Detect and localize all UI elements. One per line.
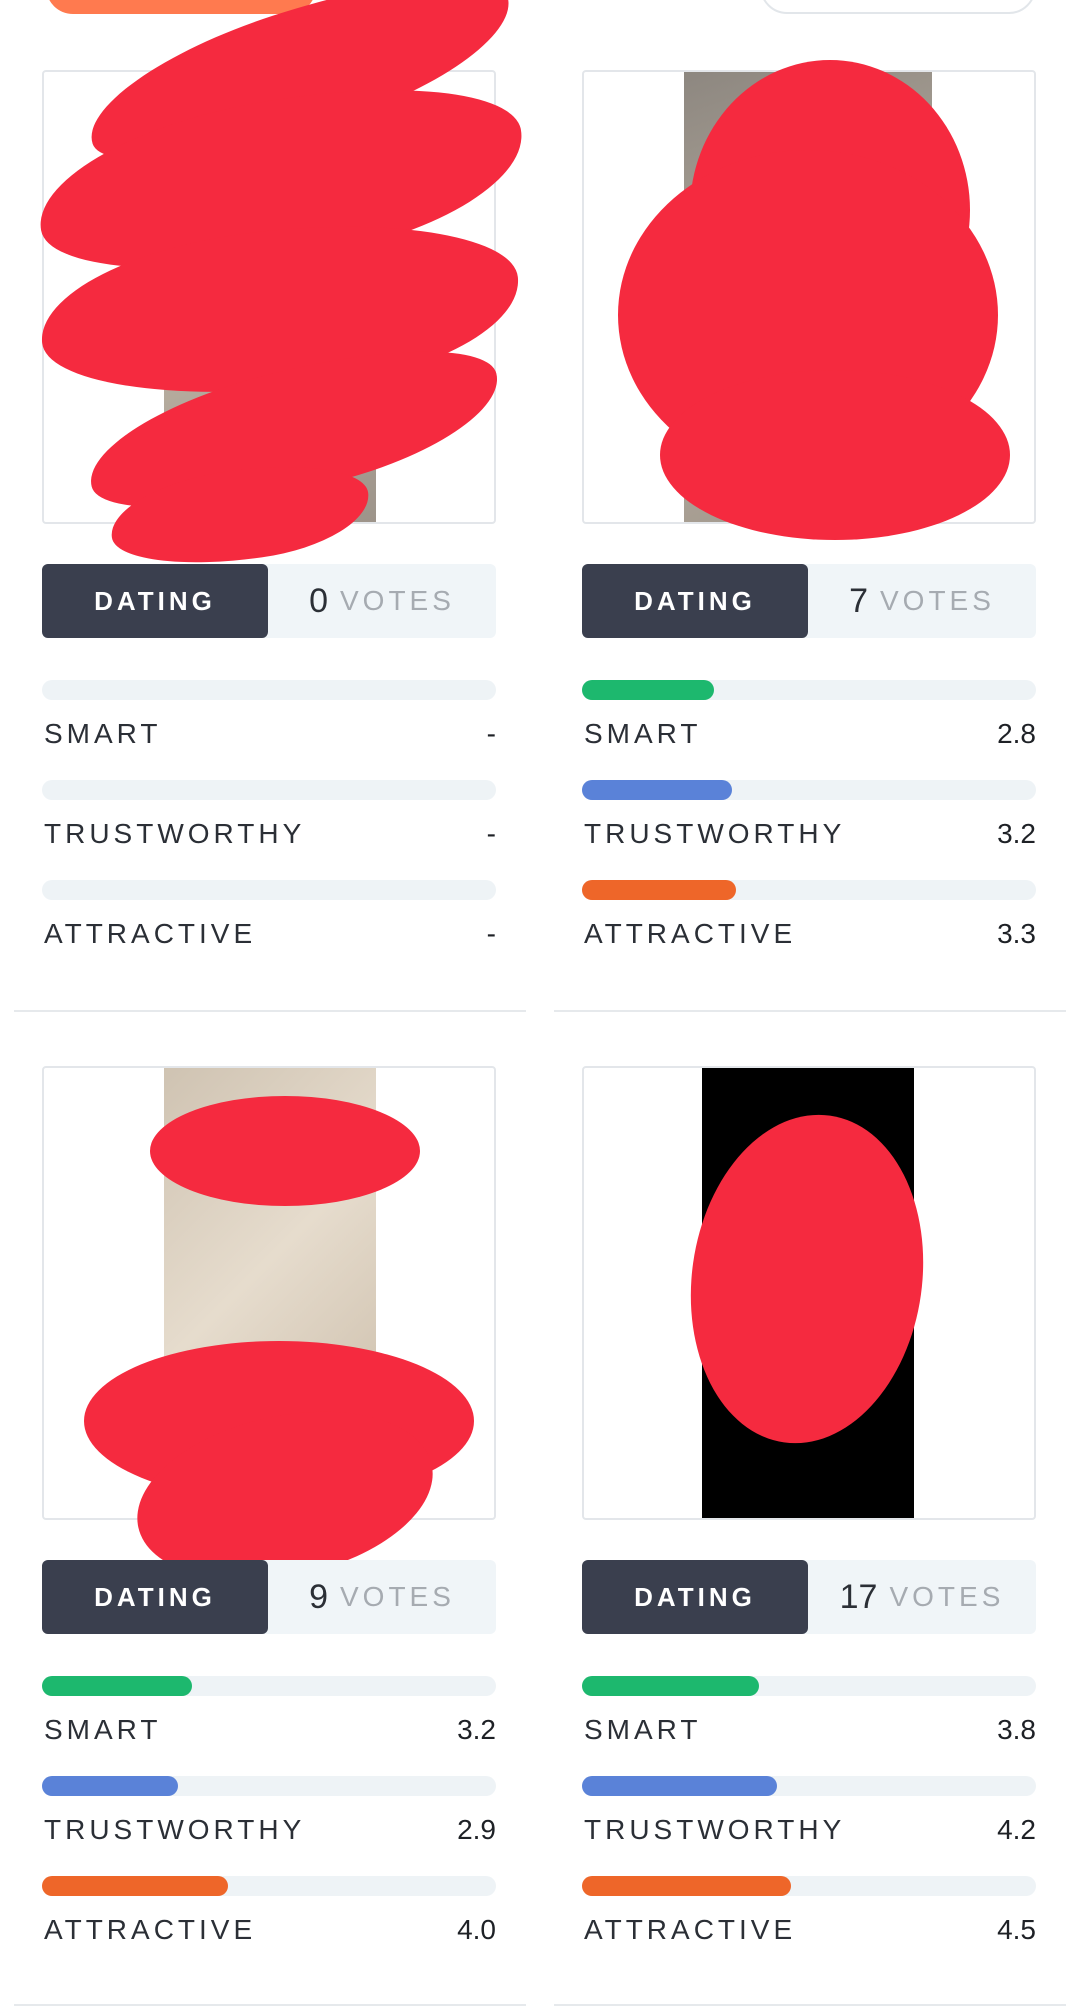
metric-attractive: ATTRACTIVE - [42,880,496,949]
metric-value: - [486,818,496,849]
trustworthy-bar-fill [42,1776,179,1796]
metric-label: ATTRACTIVE [44,1914,257,1945]
metric-smart: SMART 2.8 [582,680,1036,749]
smart-bar-fill [42,1676,192,1696]
metric-label: TRUSTWORTHY [44,818,306,849]
dating-tag-button[interactable]: DATING [582,1560,808,1634]
votes-label: VOTES [880,585,995,616]
metric-value: 2.9 [457,1814,496,1845]
tag-row: DATING 17 VOTES [582,1560,1036,1634]
smart-bar-track [582,1676,1036,1696]
attractive-bar-fill [582,880,737,900]
trustworthy-bar-track [42,1776,496,1796]
metric-value: - [486,918,496,949]
votes-label: VOTES [340,585,455,616]
smart-bar-track [42,680,496,700]
result-card: DATING 17 VOTES SMART 3.8 TRUSTWORTHY 4.… [540,996,1080,2006]
metric-value: 3.8 [997,1714,1036,1745]
metric-attractive: ATTRACTIVE 4.0 [42,1876,496,1945]
result-card: DATING 7 VOTES SMART 2.8 TRUSTWORTHY 3.2… [540,0,1080,1012]
smart-bar-track [582,680,1036,700]
tag-row: DATING 9 VOTES [42,1560,496,1634]
attractive-bar-track [42,1876,496,1896]
votes-count: 9 VOTES [268,1560,496,1634]
dating-tag-button[interactable]: DATING [42,564,268,638]
votes-number: 17 [839,1577,878,1616]
metric-label: TRUSTWORTHY [44,1814,306,1845]
attractive-bar-track [42,880,496,900]
smart-bar-fill [582,680,714,700]
tag-row: DATING 0 VOTES [42,564,496,638]
votes-number: 0 [309,581,328,620]
metric-smart: SMART 3.2 [42,1676,496,1745]
metric-label: ATTRACTIVE [584,918,797,949]
metric-trustworthy: TRUSTWORTHY 3.2 [582,780,1036,849]
card-divider [554,2004,1066,2006]
trustworthy-bar-track [42,780,496,800]
votes-label: VOTES [889,1581,1005,1612]
metric-label: TRUSTWORTHY [584,818,846,849]
photo-results-grid: DATING 0 VOTES SMART - TRUSTWORTHY - ATT… [0,0,1080,2011]
metric-attractive: ATTRACTIVE 3.3 [582,880,1036,949]
metric-label: SMART [44,718,162,749]
metric-trustworthy: TRUSTWORTHY 2.9 [42,1776,496,1845]
dating-tag-button[interactable]: DATING [42,1560,268,1634]
votes-number: 7 [849,581,868,620]
votes-count: 17 VOTES [808,1560,1036,1634]
trustworthy-bar-track [582,780,1036,800]
smart-bar-track [42,1676,496,1696]
result-card: DATING 9 VOTES SMART 3.2 TRUSTWORTHY 2.9… [0,996,540,2006]
metric-smart: SMART 3.8 [582,1676,1036,1745]
metric-value: 3.3 [997,918,1036,949]
metric-label: TRUSTWORTHY [584,1814,846,1845]
redaction-mark [150,1096,420,1206]
metric-label: ATTRACTIVE [44,918,257,949]
metric-label: SMART [584,718,702,749]
votes-label: VOTES [340,1581,455,1612]
metric-value: 4.0 [457,1914,496,1945]
metric-trustworthy: TRUSTWORTHY 4.2 [582,1776,1036,1845]
dating-tag-button[interactable]: DATING [582,564,808,638]
metric-value: 4.2 [997,1814,1036,1845]
card-divider [14,2004,526,2006]
result-card: DATING 0 VOTES SMART - TRUSTWORTHY - ATT… [0,0,540,1012]
trustworthy-bar-track [582,1776,1036,1796]
smart-bar-fill [582,1676,760,1696]
metric-value: 2.8 [997,718,1036,749]
metric-value: 3.2 [997,818,1036,849]
votes-count: 0 VOTES [268,564,496,638]
tag-row: DATING 7 VOTES [582,564,1036,638]
attractive-bar-fill [42,1876,229,1896]
attractive-bar-fill [582,1876,791,1896]
attractive-bar-track [582,880,1036,900]
metric-label: SMART [584,1714,702,1745]
trustworthy-bar-fill [582,1776,778,1796]
trustworthy-bar-fill [582,780,732,800]
attractive-bar-track [582,1876,1036,1896]
metric-label: SMART [44,1714,162,1745]
metric-value: - [486,718,496,749]
metric-value: 3.2 [457,1714,496,1745]
votes-number: 9 [309,1577,328,1616]
redaction-mark [660,370,1010,540]
votes-count: 7 VOTES [808,564,1036,638]
metric-value: 4.5 [997,1914,1036,1945]
metric-attractive: ATTRACTIVE 4.5 [582,1876,1036,1945]
metric-smart: SMART - [42,680,496,749]
metric-label: ATTRACTIVE [584,1914,797,1945]
metric-trustworthy: TRUSTWORTHY - [42,780,496,849]
